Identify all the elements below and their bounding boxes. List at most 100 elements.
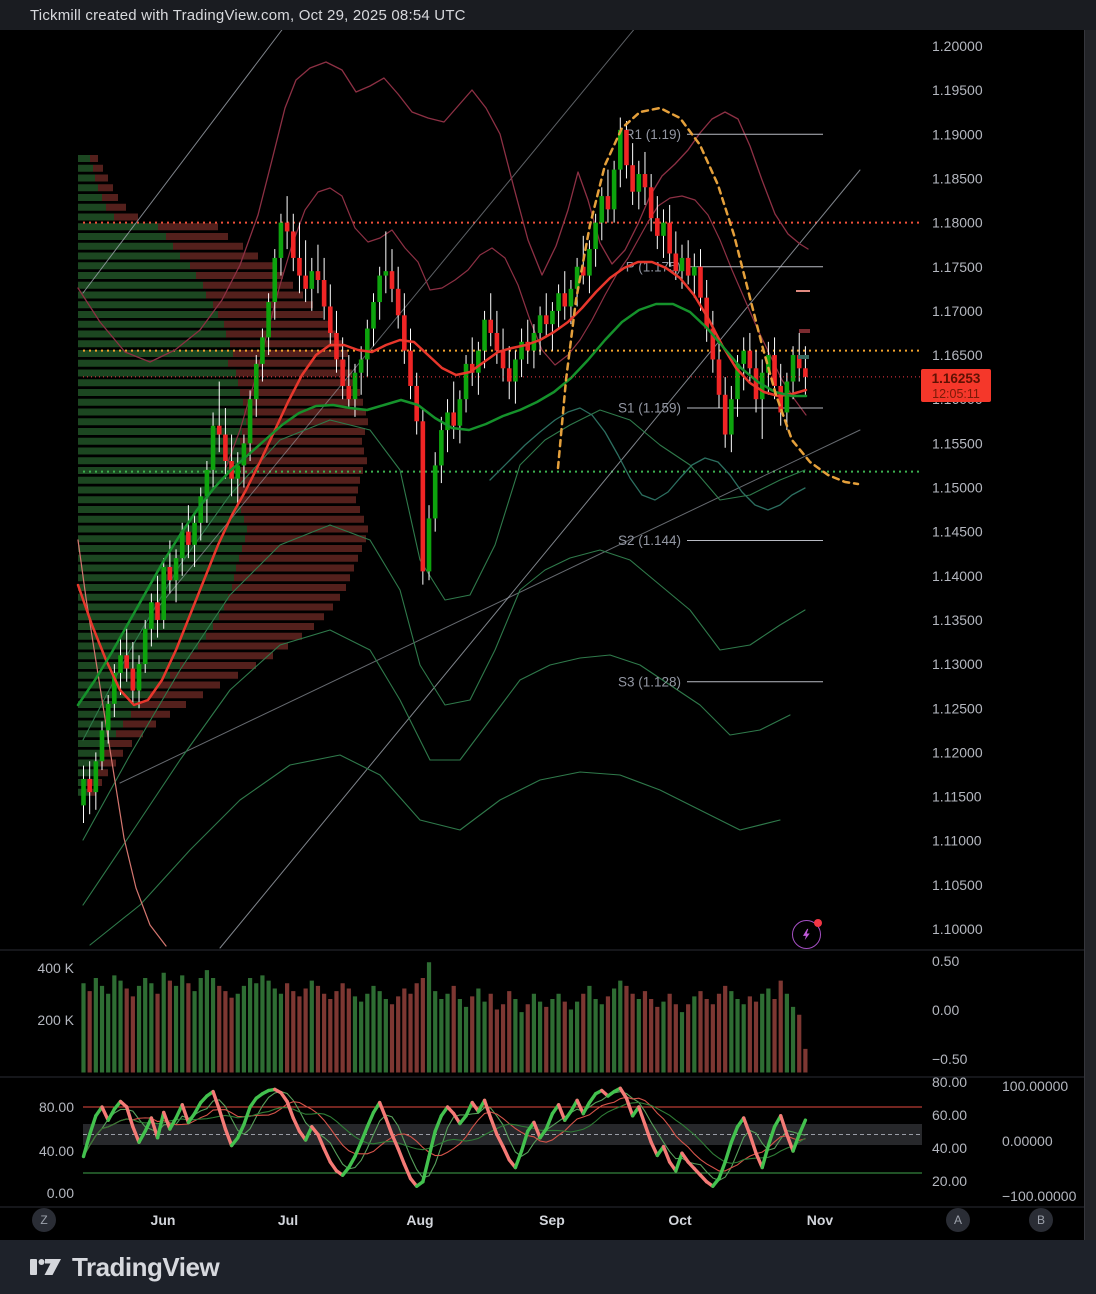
- tradingview-logo-icon[interactable]: [28, 1253, 64, 1281]
- candle-body: [353, 373, 358, 399]
- volume-bar: [168, 981, 172, 1073]
- volume-bar: [581, 994, 585, 1073]
- candle-body: [242, 443, 247, 465]
- tradingview-logo-text[interactable]: TradingView: [72, 1252, 219, 1283]
- scale-a-button[interactable]: A: [946, 1208, 970, 1232]
- last-price-label[interactable]: 1.16253 12:05:11: [921, 369, 991, 402]
- candle-body: [155, 602, 160, 620]
- oscillator-fast-segment: [349, 1157, 355, 1168]
- volume-bar: [408, 994, 412, 1073]
- pivot-label: S1 (1.159): [618, 401, 681, 416]
- candle-body: [235, 465, 240, 478]
- quick-trade-button[interactable]: [792, 920, 821, 949]
- oscillator-scale-a-label: 40.00: [932, 1140, 967, 1156]
- volume-bar: [501, 1004, 505, 1072]
- candle-body: [211, 426, 216, 470]
- volume-bar: [174, 986, 178, 1073]
- volume-bar: [322, 994, 326, 1073]
- volume-bar: [390, 1004, 394, 1072]
- candle-body: [322, 280, 327, 306]
- volume-bar: [229, 998, 233, 1073]
- volume-bar: [248, 978, 252, 1073]
- candle-body: [674, 254, 679, 272]
- volume-bar: [655, 1007, 659, 1073]
- volume-bar: [433, 991, 437, 1072]
- candle-body: [612, 170, 617, 210]
- volume-bar: [254, 983, 258, 1072]
- header-bar: Tickmill created with TradingView.com, O…: [0, 0, 1096, 30]
- time-axis[interactable]: JunJulAugSepOctNov: [151, 1212, 834, 1228]
- time-axis-month: Jul: [278, 1212, 298, 1228]
- volume-bar: [421, 978, 425, 1073]
- volume-bar: [81, 983, 85, 1072]
- scale-b-button[interactable]: B: [1029, 1208, 1053, 1232]
- volume-bar: [489, 994, 493, 1073]
- candle-body: [106, 704, 111, 730]
- volume-bar: [587, 986, 591, 1073]
- volume-bar: [550, 999, 554, 1073]
- candle-body: [377, 276, 382, 302]
- volume-bar: [316, 986, 320, 1073]
- volume-bar: [384, 999, 388, 1073]
- header-title: Tickmill created with TradingView.com, O…: [30, 7, 466, 24]
- candle-body: [686, 258, 691, 276]
- candle-body: [464, 364, 469, 399]
- price-axis-label: 1.18500: [932, 170, 983, 186]
- volume-bar: [649, 999, 653, 1073]
- volume-bar: [803, 1049, 807, 1073]
- price-axis-label: 1.10500: [932, 877, 983, 893]
- price-axis-label: 1.19000: [932, 126, 983, 142]
- candle-body: [562, 293, 567, 306]
- candle-body: [587, 249, 592, 275]
- volume-bar: [495, 1010, 499, 1073]
- price-axis-label: 1.10000: [932, 921, 983, 937]
- candle-body: [791, 355, 796, 381]
- candle-body: [161, 567, 166, 620]
- candle-body: [384, 271, 389, 275]
- volume-bar: [310, 981, 314, 1073]
- volume-bar: [513, 999, 517, 1073]
- volume-bar: [643, 991, 647, 1072]
- oscillator-fast-segment: [719, 1162, 725, 1179]
- candle-body: [328, 306, 333, 332]
- volume-bar: [291, 991, 295, 1072]
- candle-body: [507, 368, 512, 381]
- volume-bar: [94, 978, 98, 1073]
- candle-body: [748, 351, 753, 369]
- volume-right-scale-label: 0.00: [932, 1002, 959, 1018]
- oscillator-fast-segment: [423, 1157, 429, 1182]
- candle-body: [396, 289, 401, 315]
- volume-bar: [285, 983, 289, 1072]
- oscillator-fast-segment: [676, 1153, 682, 1171]
- volume-bar: [754, 1002, 758, 1073]
- candle-body: [198, 496, 203, 522]
- parabola-drawing: [558, 108, 858, 484]
- volume-bar: [199, 978, 203, 1073]
- right-scrollbar[interactable]: [1084, 30, 1096, 1240]
- candle-body: [81, 779, 86, 805]
- volume-bar: [464, 1007, 468, 1073]
- candle-body: [637, 174, 642, 192]
- volume-bar: [779, 981, 783, 1073]
- volume-bar: [131, 996, 135, 1072]
- price-axis-label: 1.20000: [932, 38, 983, 54]
- volume-bar: [118, 981, 122, 1073]
- oscillator-fast-segment: [380, 1103, 386, 1118]
- pivot-levels: R1 (1.19)P (1.175)S1 (1.159)S2 (1.144)S3…: [618, 127, 823, 689]
- price-axis[interactable]: 1.200001.195001.190001.185001.180001.175…: [932, 38, 983, 937]
- volume-bar: [544, 1007, 548, 1073]
- candle-body: [260, 337, 265, 363]
- volume-scale-label: 200 K: [37, 1012, 74, 1028]
- oscillator-fast-segment: [404, 1164, 410, 1178]
- candle-body: [458, 399, 463, 425]
- timezone-button[interactable]: Z: [32, 1208, 56, 1232]
- volume-bar: [162, 973, 166, 1073]
- candle-body: [408, 351, 413, 386]
- tradingview-chart-export: Tickmill created with TradingView.com, O…: [0, 0, 1096, 1294]
- volume-right-scale-label: −0.50: [932, 1051, 968, 1067]
- chart-canvas[interactable]: R1 (1.19)P (1.175)S1 (1.159)S2 (1.144)S3…: [0, 0, 1096, 1294]
- volume-bar: [100, 986, 104, 1073]
- candle-body: [550, 311, 555, 324]
- bar-countdown: 12:05:11: [921, 387, 991, 401]
- volume-bar: [661, 1002, 665, 1073]
